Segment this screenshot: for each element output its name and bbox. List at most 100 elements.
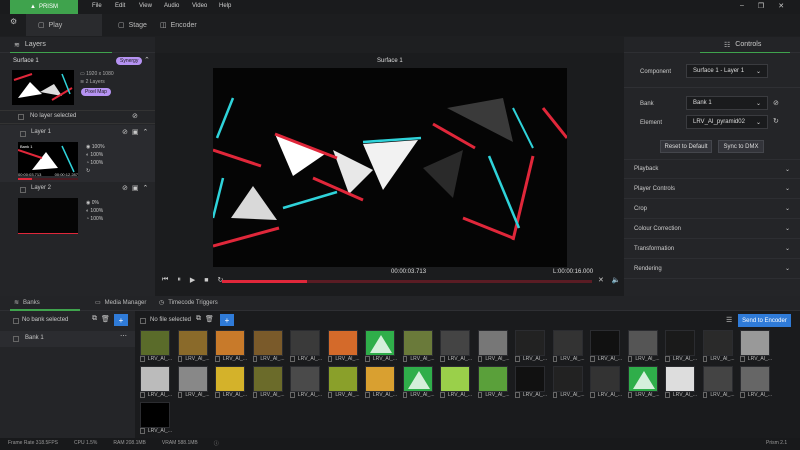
media-thumbnail[interactable]: LRV_AI_...	[177, 330, 210, 364]
media-thumbnail[interactable]: LRV_AI_...	[702, 330, 735, 364]
media-thumbnail[interactable]: LRV_AI_...	[215, 366, 247, 400]
media-thumbnail[interactable]: LRV_AI_...	[177, 366, 210, 400]
media-thumbnail[interactable]: LRV_AI_...	[740, 330, 772, 364]
media-thumbnail[interactable]: LRV_AI_...	[252, 330, 285, 364]
layer-2-stack-icon[interactable]: ▣	[132, 184, 139, 192]
select-all-layers-checkbox[interactable]	[18, 114, 24, 120]
media-thumbnail-checkbox[interactable]	[215, 356, 220, 362]
media-thumbnail-checkbox[interactable]	[365, 392, 370, 398]
media-thumbnail-checkbox[interactable]	[740, 392, 745, 398]
tab-banks[interactable]: ≋ Banks	[14, 299, 40, 307]
list-view-icon[interactable]: ☰	[726, 316, 732, 324]
menu-help[interactable]: Help	[219, 3, 231, 9]
timeline-track[interactable]	[222, 280, 592, 283]
copy-icon[interactable]: ⧉	[196, 315, 201, 323]
tab-play[interactable]: ▢ Play	[38, 21, 62, 30]
media-thumbnail[interactable]: LRV_AI_...	[665, 330, 697, 364]
play-icon[interactable]: ▶	[190, 276, 195, 284]
media-thumbnail[interactable]: LRV_AI_...	[440, 366, 472, 400]
media-thumbnail-checkbox[interactable]	[327, 392, 333, 398]
media-thumbnail-checkbox[interactable]	[440, 356, 445, 362]
menu-audio[interactable]: Audio	[164, 3, 179, 9]
media-thumbnail[interactable]: LRV_AI_...	[515, 366, 547, 400]
select-all-files-checkbox[interactable]	[140, 318, 146, 324]
layer-1-stack-icon[interactable]: ▣	[132, 128, 139, 136]
section-player-controls[interactable]: Player Controls ⌄	[624, 179, 800, 199]
media-thumbnail[interactable]: LRV_AI_...	[702, 366, 735, 400]
media-thumbnail[interactable]: LRV_AI_...	[552, 366, 585, 400]
media-thumbnail-checkbox[interactable]	[477, 392, 483, 398]
media-thumbnail-checkbox[interactable]	[552, 356, 558, 362]
media-thumbnail[interactable]: LRV_AI_...	[402, 366, 435, 400]
minimize-icon[interactable]: –	[740, 2, 744, 10]
media-thumbnail-checkbox[interactable]	[290, 356, 295, 362]
pause-icon[interactable]: ⏸	[177, 276, 181, 284]
info-icon[interactable]: ⓘ	[214, 440, 219, 447]
media-thumbnail-checkbox[interactable]	[627, 392, 633, 398]
media-thumbnail[interactable]: LRV_AI_...	[477, 330, 510, 364]
media-thumbnail-checkbox[interactable]	[702, 392, 708, 398]
media-thumbnail[interactable]: LRV_AI_...	[140, 402, 172, 436]
media-thumbnail-checkbox[interactable]	[215, 392, 220, 398]
layer-2-collapse-icon[interactable]: ⌃	[143, 184, 149, 192]
bank-1-checkbox[interactable]	[13, 336, 19, 342]
speaker-icon[interactable]: 🔈	[612, 276, 621, 284]
layer-1-collapse-icon[interactable]: ⌃	[143, 128, 149, 136]
media-thumbnail[interactable]: LRV_AI_...	[290, 330, 322, 364]
section-transformation[interactable]: Transformation ⌄	[624, 239, 800, 259]
pixel-map-badge[interactable]: Pixel Map	[81, 88, 111, 96]
tab-media-manager[interactable]: ▭ Media Manager	[95, 299, 146, 307]
layer-2-checkbox[interactable]	[20, 187, 26, 193]
section-colour-correction[interactable]: Colour Correction ⌄	[624, 219, 800, 239]
media-thumbnail-checkbox[interactable]	[477, 356, 483, 362]
menu-view[interactable]: View	[139, 3, 152, 9]
section-playback[interactable]: Playback ⌄	[624, 159, 800, 179]
send-to-encoder-button[interactable]: Send to Encoder	[738, 314, 791, 327]
shuffle-icon[interactable]: ✕	[598, 276, 604, 284]
media-thumbnail-checkbox[interactable]	[665, 356, 670, 362]
media-thumbnail-checkbox[interactable]	[140, 428, 145, 434]
media-thumbnail[interactable]: LRV_AI_...	[290, 366, 322, 400]
close-icon[interactable]: ✕	[778, 2, 784, 10]
add-bank-button[interactable]: +	[114, 314, 128, 326]
media-thumbnail[interactable]: LRV_AI_...	[627, 366, 660, 400]
menu-file[interactable]: File	[92, 3, 102, 9]
loop-icon[interactable]: ↻	[86, 167, 105, 175]
hide-layer-icon[interactable]: ⊘	[132, 112, 138, 120]
sync-to-dmx-button[interactable]: Sync to DMX	[718, 140, 764, 153]
media-thumbnail-checkbox[interactable]	[440, 392, 445, 398]
collapse-surface-icon[interactable]: ⌃	[144, 56, 150, 64]
add-file-button[interactable]: +	[220, 314, 234, 326]
media-thumbnail-checkbox[interactable]	[702, 356, 708, 362]
media-thumbnail-checkbox[interactable]	[140, 392, 145, 398]
refresh-icon[interactable]: ↻	[773, 117, 779, 125]
media-thumbnail[interactable]: LRV_AI_...	[552, 330, 585, 364]
media-thumbnail-checkbox[interactable]	[327, 356, 333, 362]
media-thumbnail-checkbox[interactable]	[515, 356, 520, 362]
maximize-icon[interactable]: ❐	[758, 2, 764, 10]
media-thumbnail-checkbox[interactable]	[365, 356, 370, 362]
media-thumbnail[interactable]: LRV_AI_...	[440, 330, 472, 364]
select-all-banks-checkbox[interactable]	[13, 318, 19, 324]
bank-select[interactable]: Bank 1 ⌄	[686, 96, 768, 110]
media-thumbnail-checkbox[interactable]	[590, 356, 595, 362]
reset-to-default-button[interactable]: Reset to Default	[660, 140, 712, 153]
media-thumbnail[interactable]: LRV_AI_...	[365, 330, 397, 364]
section-crop[interactable]: Crop ⌄	[624, 199, 800, 219]
gear-icon[interactable]: ⚙	[10, 17, 20, 26]
element-select[interactable]: LRV_AI_pyramid02 ⌄	[686, 115, 768, 129]
media-thumbnail-checkbox[interactable]	[515, 392, 520, 398]
media-thumbnail[interactable]: LRV_AI_...	[590, 330, 622, 364]
trash-icon[interactable]: 🗑	[205, 315, 214, 323]
media-thumbnail[interactable]: LRV_AI_...	[327, 366, 360, 400]
media-thumbnail-checkbox[interactable]	[177, 356, 183, 362]
tab-timecode-triggers[interactable]: ◷ Timecode Triggers	[159, 299, 218, 307]
media-thumbnail[interactable]: LRV_AI_...	[627, 330, 660, 364]
media-thumbnail[interactable]: LRV_AI_...	[327, 330, 360, 364]
layer-1-visibility-icon[interactable]: ⊘	[122, 128, 128, 136]
media-thumbnail-checkbox[interactable]	[402, 356, 408, 362]
media-thumbnail[interactable]: LRV_AI_...	[402, 330, 435, 364]
bank-1-row[interactable]	[0, 331, 135, 347]
media-thumbnail[interactable]: LRV_AI_...	[140, 366, 172, 400]
media-thumbnail-checkbox[interactable]	[665, 392, 670, 398]
